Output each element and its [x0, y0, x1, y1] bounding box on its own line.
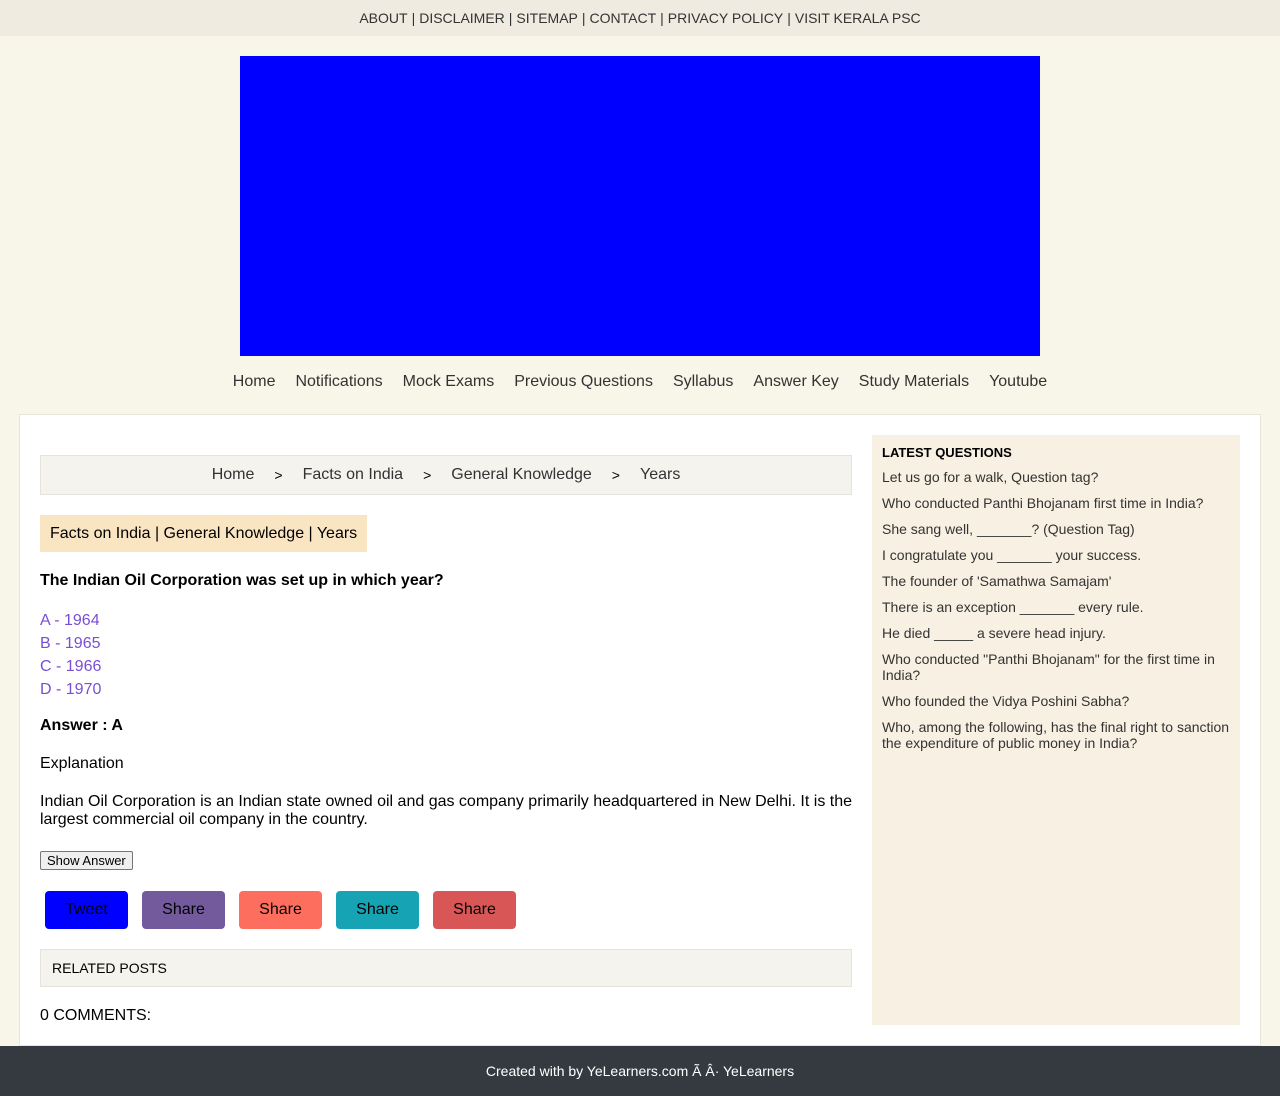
- header-banner[interactable]: [240, 56, 1040, 356]
- breadcrumb-separator: >: [611, 467, 620, 483]
- latest-question-item[interactable]: Who conducted Panthi Bhojanam first time…: [882, 495, 1230, 511]
- about-link[interactable]: ABOUT: [359, 10, 407, 26]
- latest-question-item[interactable]: Who founded the Vidya Poshini Sabha?: [882, 693, 1230, 709]
- breadcrumb-home[interactable]: Home: [212, 466, 255, 484]
- option-a[interactable]: A - 1964: [40, 609, 101, 632]
- privacy-policy-link[interactable]: PRIVACY POLICY: [668, 10, 783, 26]
- comments-count: 0 COMMENTS:: [40, 1007, 152, 1024]
- show-answer-button[interactable]: Show Answer: [40, 851, 133, 870]
- nav-notifications[interactable]: Notifications: [295, 373, 382, 391]
- option-d[interactable]: D - 1970: [40, 678, 101, 701]
- tweet-button[interactable]: Tweet: [45, 891, 128, 929]
- latest-questions-sidebar: LATEST QUESTIONS Let us go for a walk, Q…: [872, 435, 1240, 1025]
- nav-youtube[interactable]: Youtube: [989, 373, 1047, 391]
- breadcrumb-years[interactable]: Years: [640, 466, 680, 484]
- share-button-3[interactable]: Share: [336, 891, 419, 929]
- latest-questions-list: Let us go for a walk, Question tag? Who …: [882, 469, 1230, 751]
- post-tagline: Facts on India | General Knowledge | Yea…: [40, 515, 368, 552]
- footer: Created with by YeLearners.com Ã Â· YeLe…: [0, 1046, 1280, 1096]
- nav-answer-key[interactable]: Answer Key: [753, 373, 838, 391]
- main-nav: Home Notifications Mock Exams Previous Q…: [0, 373, 1280, 391]
- breadcrumb-general-knowledge[interactable]: General Knowledge: [451, 466, 592, 484]
- explanation-text: Indian Oil Corporation is an Indian stat…: [40, 793, 852, 828]
- separator: |: [787, 10, 791, 26]
- share-button-1[interactable]: Share: [142, 891, 225, 929]
- related-posts-header: RELATED POSTS: [40, 949, 852, 987]
- breadcrumb-facts-on-india[interactable]: Facts on India: [303, 466, 404, 484]
- breadcrumb: Home > Facts on India > General Knowledg…: [40, 455, 852, 495]
- option-c[interactable]: C - 1966: [40, 655, 101, 678]
- share-buttons: Tweet Share Share Share Share: [45, 891, 516, 929]
- contact-link[interactable]: CONTACT: [590, 10, 657, 26]
- latest-question-item[interactable]: Who, among the following, has the final …: [882, 719, 1230, 751]
- options-list: A - 1964 B - 1965 C - 1966 D - 1970: [40, 609, 101, 701]
- separator: |: [581, 10, 586, 26]
- latest-question-item[interactable]: The founder of 'Samathwa Samajam': [882, 573, 1230, 589]
- sidebar-title: LATEST QUESTIONS: [882, 445, 1012, 460]
- latest-question-item[interactable]: There is an exception _______ every rule…: [882, 599, 1230, 615]
- question-text: The Indian Oil Corporation was set up in…: [40, 572, 444, 589]
- footer-credit: Created with by YeLearners.com Ã Â· YeLe…: [485, 1063, 795, 1079]
- option-b[interactable]: B - 1965: [40, 632, 101, 655]
- share-button-2[interactable]: Share: [239, 891, 322, 929]
- separator: |: [660, 10, 664, 26]
- share-button-4[interactable]: Share: [433, 891, 516, 929]
- nav-mock-exams[interactable]: Mock Exams: [403, 373, 495, 391]
- disclaimer-link[interactable]: DISCLAIMER: [419, 10, 505, 26]
- nav-study-materials[interactable]: Study Materials: [859, 373, 969, 391]
- separator: |: [508, 10, 513, 26]
- answer-text: Answer : A: [40, 717, 123, 734]
- nav-home[interactable]: Home: [233, 373, 276, 391]
- sitemap-link[interactable]: SITEMAP: [516, 10, 577, 26]
- explanation-heading: Explanation: [40, 755, 124, 772]
- breadcrumb-separator: >: [423, 467, 432, 483]
- latest-question-item[interactable]: Who conducted "Panthi Bhojanam" for the …: [882, 651, 1230, 683]
- separator: |: [411, 10, 416, 26]
- content-box: Home > Facts on India > General Knowledg…: [19, 414, 1261, 1046]
- latest-question-item[interactable]: I congratulate you _______ your success.: [882, 547, 1230, 563]
- latest-question-item[interactable]: He died _____ a severe head injury.: [882, 625, 1230, 641]
- breadcrumb-separator: >: [274, 467, 283, 483]
- nav-previous-questions[interactable]: Previous Questions: [514, 373, 653, 391]
- nav-syllabus[interactable]: Syllabus: [673, 373, 733, 391]
- latest-question-item[interactable]: Let us go for a walk, Question tag?: [882, 469, 1230, 485]
- top-links-bar: ABOUT | DISCLAIMER | SITEMAP | CONTACT |…: [0, 0, 1280, 36]
- visit-kerala-psc-link[interactable]: VISIT KERALA PSC: [795, 10, 921, 26]
- latest-question-item[interactable]: She sang well, _______? (Question Tag): [882, 521, 1230, 537]
